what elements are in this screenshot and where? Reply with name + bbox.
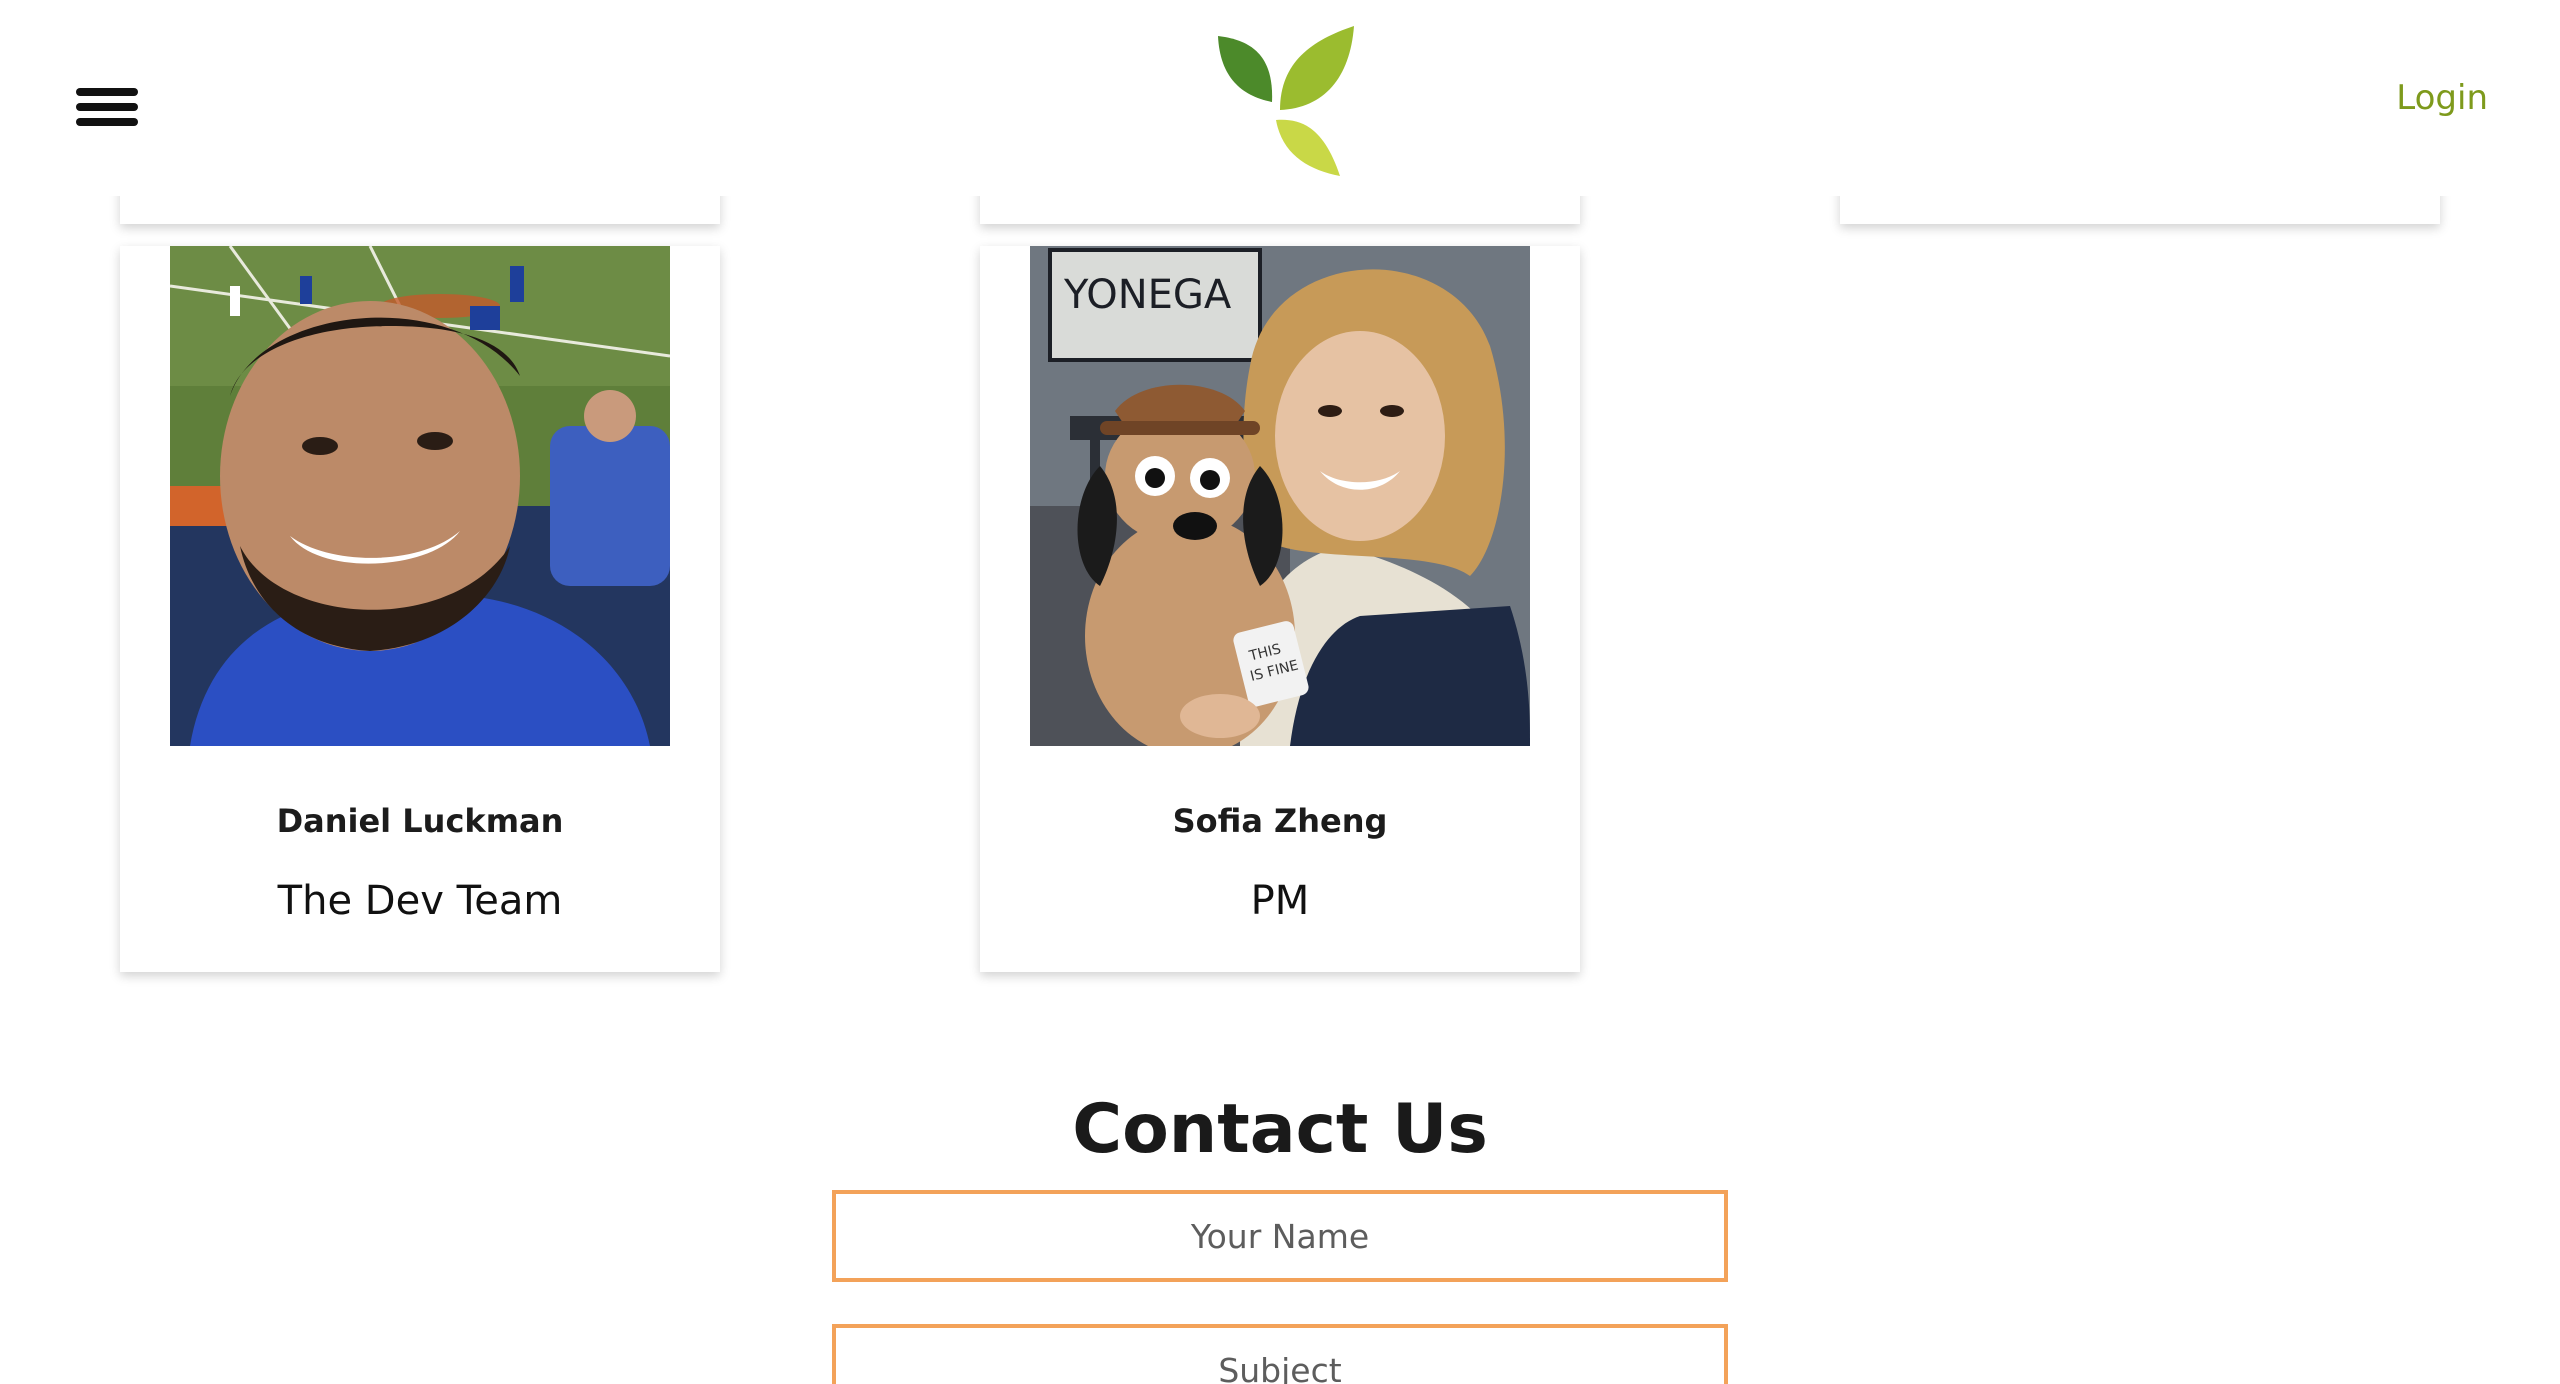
member-role: The Dev Team <box>277 878 563 924</box>
subject-input[interactable] <box>832 1324 1728 1384</box>
site-header: Login <box>0 0 2560 196</box>
leaf-logo[interactable] <box>1212 22 1362 182</box>
login-link[interactable]: Login <box>2396 78 2488 118</box>
team-member-card: YONEGA THIS IS FINE Sofia Zheng PM <box>980 246 1580 972</box>
hamburger-menu-icon[interactable] <box>72 84 142 130</box>
member-name: Sofia Zheng <box>1172 802 1388 840</box>
team-page: Login Daniel Luckman The Dev Team YONEGA… <box>0 0 2560 1384</box>
member-photo-sofia: YONEGA THIS IS FINE <box>1030 246 1530 746</box>
your-name-input[interactable] <box>832 1190 1728 1282</box>
member-name: Daniel Luckman <box>276 802 564 840</box>
contact-title: Contact Us <box>1072 1090 1488 1169</box>
member-role: PM <box>1250 878 1310 924</box>
sign-text: YONEGA <box>1063 272 1232 318</box>
team-member-card: Daniel Luckman The Dev Team <box>120 246 720 972</box>
member-photo-daniel <box>170 246 670 746</box>
